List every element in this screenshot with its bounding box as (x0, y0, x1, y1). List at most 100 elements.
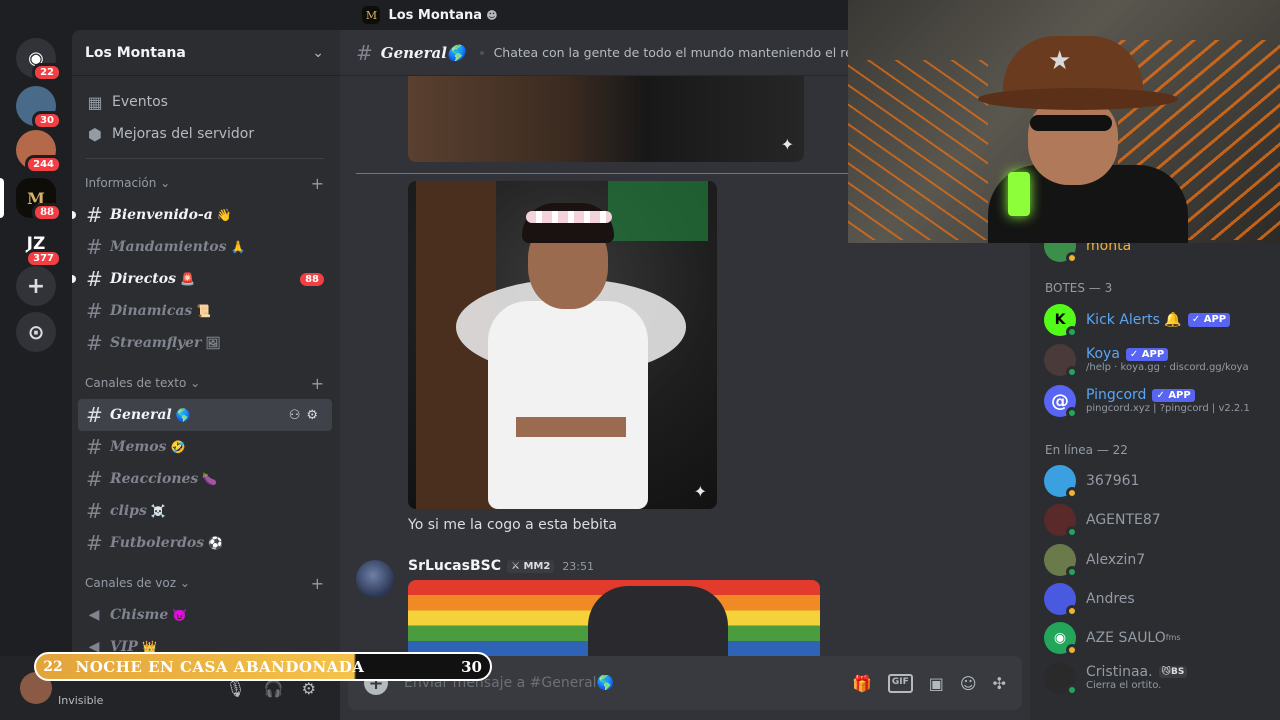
member-name: Andres (1086, 590, 1135, 607)
hash-icon: # (86, 435, 103, 459)
avatar (1044, 504, 1078, 538)
channel-dinamicas[interactable]: # Dinamicas 📜 (78, 295, 332, 327)
status-indicator (1066, 605, 1078, 617)
emoji-icon[interactable]: ☺ (960, 674, 977, 693)
channel-directos[interactable]: # Directos 🚨 88 (72, 263, 332, 295)
message-image[interactable]: ✦ (408, 181, 717, 509)
boosts-item[interactable]: ⬢ Mejoras del servidor (80, 118, 332, 150)
gear-icon[interactable]: ⚙ (306, 408, 324, 423)
voice-channel-chisme[interactable]: ◀ Chisme 😈 (78, 599, 332, 631)
hash-icon: # (86, 203, 103, 227)
channel-emoji: 👋 (216, 208, 232, 222)
server-mini-icon: M (362, 6, 381, 24)
gift-icon[interactable]: 🎁 (852, 674, 872, 693)
hash-icon: # (86, 267, 103, 291)
app-badge: ✓ APP (1187, 313, 1231, 327)
message-image-previous[interactable]: ✦ (408, 76, 804, 162)
channel-emoji: 🤣 (170, 440, 186, 454)
member-activity: /help · koya.gg · discord.gg/koya (1086, 362, 1249, 374)
channel-memos[interactable]: # Memos 🤣 (78, 431, 332, 463)
clan-tag-label: MM2 (523, 560, 551, 572)
channel-futbolerdos[interactable]: # Futbolerdos ⚽ (78, 527, 332, 559)
category-label: Información (85, 176, 157, 190)
channel-name: General (110, 407, 172, 423)
microphone-icon[interactable]: 🎙 (225, 679, 245, 698)
headphones-icon[interactable]: 🎧 (264, 679, 284, 698)
add-channel-icon[interactable]: + (311, 174, 324, 193)
overlay-left-number: 22 (43, 658, 63, 675)
member-item[interactable]: Andres (1044, 583, 1276, 617)
member-item[interactable]: AGENTE87 (1044, 504, 1276, 538)
server-icon-jz[interactable]: JZ 377 (16, 224, 62, 268)
channel-tools: ⚇⚙ (289, 408, 324, 423)
channel-name: Dinamicas (110, 303, 193, 319)
status-indicator (1066, 644, 1078, 656)
image-detail (588, 586, 728, 656)
member-item-bot[interactable]: @ Pingcord ✓ APP pingcord.xyz | ?pingcord… (1044, 385, 1276, 419)
compass-icon: ⊙ (27, 320, 45, 344)
channel-sidebar: Los Montana ⌄ ▦ Eventos ⬢ Mejoras del se… (72, 30, 340, 656)
channel-bienvenido[interactable]: # Bienvenido-a 👋 (72, 199, 332, 231)
sparkle-icon: ✦ (780, 135, 794, 154)
channel-name: Reacciones (110, 471, 199, 487)
server-rail: ◉ 22 30 244 M 88 JZ 377 + ⊙ (0, 30, 72, 720)
divider (86, 158, 324, 159)
category-canales-texto[interactable]: Canales de texto ⌄ + (72, 371, 340, 395)
status-indicator (1066, 326, 1078, 338)
add-channel-icon[interactable]: + (311, 374, 324, 393)
events-label: Eventos (112, 94, 168, 110)
channel-reacciones[interactable]: # Reacciones 🍆 (78, 463, 332, 495)
explore-button[interactable]: ⊙ (16, 312, 56, 352)
hash-icon: # (86, 299, 103, 323)
channel-mandamientos[interactable]: # Mandamientos 🙏 (78, 231, 332, 263)
invite-icon[interactable]: ⚇ (289, 408, 307, 423)
bots-category: BOTES — 3 (1045, 281, 1113, 295)
sticker-icon[interactable]: ▣ (929, 674, 944, 693)
server-header[interactable]: Los Montana ⌄ (72, 30, 340, 76)
add-server-button[interactable]: + (16, 266, 56, 306)
server-icon-1[interactable]: 30 (16, 86, 62, 130)
home-button[interactable]: ◉ 22 (16, 38, 62, 82)
member-item-bot[interactable]: Koya ✓ APP /help · koya.gg · discord.gg/k… (1044, 344, 1276, 378)
events-item[interactable]: ▦ Eventos (80, 86, 332, 118)
member-item[interactable]: 367961 (1044, 465, 1276, 499)
add-channel-icon[interactable]: + (311, 574, 324, 593)
selected-server-pill (0, 178, 4, 218)
category-label: Canales de texto (85, 376, 187, 390)
speaker-icon: ◀ (88, 607, 100, 623)
chevron-down-icon: ⌄ (312, 44, 324, 61)
status-indicator (1066, 684, 1078, 696)
avatar[interactable] (356, 560, 394, 598)
member-item[interactable]: ◉ AZE SAULO fms (1044, 622, 1276, 656)
server-icon-2[interactable]: 244 (16, 130, 62, 174)
username[interactable]: SrLucasBSC (408, 558, 501, 574)
channel-streamflyer[interactable]: # Streamflyer 🖼 (78, 327, 332, 359)
message-text: Yo si me la cogo a esta bebita (408, 517, 617, 533)
image-detail (522, 203, 614, 243)
member-item[interactable]: Alexzin7 (1044, 544, 1276, 578)
avatar (1044, 465, 1078, 499)
channel-name: clips (110, 503, 147, 519)
channel-name: Chisme (110, 607, 169, 623)
settings-icon[interactable]: ⚙ (302, 679, 316, 698)
channel-emoji: 🖼 (205, 336, 221, 350)
hash-icon: # (356, 40, 373, 65)
category-canales-voz[interactable]: Canales de voz ⌄ + (72, 571, 340, 595)
server-icon-los-montana[interactable]: M 88 (16, 178, 62, 222)
server-badge: 30 (32, 111, 62, 130)
member-name-text: Cristinaa. (1086, 664, 1153, 681)
calendar-icon: ▦ (87, 92, 103, 112)
apps-icon[interactable]: ✣ (993, 674, 1006, 693)
channel-general[interactable]: # General 🌎 ⚇⚙ (78, 399, 332, 431)
channel-clips[interactable]: # clips ☠️ (78, 495, 332, 527)
image-detail (526, 211, 612, 223)
channel-title: General🌎 (380, 43, 466, 62)
message-image[interactable] (408, 580, 820, 656)
server-badge: 88 (32, 203, 62, 222)
member-item[interactable]: Cristinaa. 😼BS Cierra el ortito. (1044, 662, 1276, 696)
gif-button[interactable]: GIF (887, 673, 913, 693)
member-item-bot[interactable]: K Kick Alerts 🔔 ✓ APP (1044, 304, 1276, 338)
clan-tag: ⚔ MM2 (506, 559, 555, 573)
member-name: Koya ✓ APP (1086, 346, 1249, 362)
category-informacion[interactable]: Información ⌄ + (72, 171, 340, 195)
